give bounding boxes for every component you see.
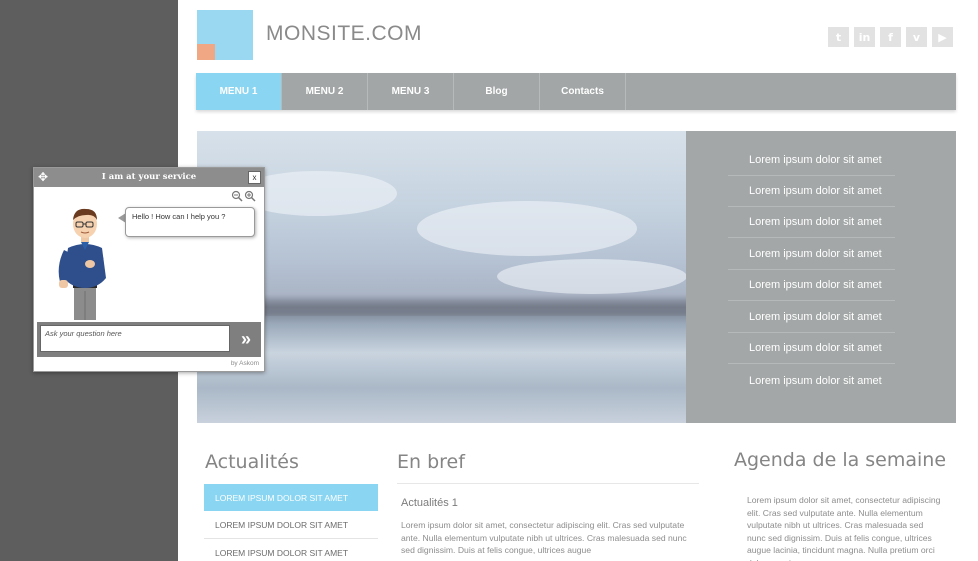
nav-item-contacts[interactable]: Contacts [540, 73, 626, 110]
side-link-list: Lorem ipsum dolor sit amet Lorem ipsum d… [686, 131, 956, 423]
chat-credit: by Askom [230, 360, 259, 367]
agenda-text: Lorem ipsum dolor sit amet, consectetur … [747, 495, 941, 561]
facebook-icon[interactable]: f [880, 27, 901, 47]
main-nav: MENU 1 MENU 2 MENU 3 Blog Contacts [196, 73, 956, 110]
chat-close-button[interactable]: x [248, 171, 261, 184]
side-link[interactable]: Lorem ipsum dolor sit amet [728, 365, 895, 396]
site-title[interactable]: MONSITE.COM [266, 22, 422, 46]
hero-lake-image [197, 131, 687, 423]
linkedin-icon[interactable]: in [854, 27, 875, 47]
assistant-avatar [58, 208, 106, 320]
social-icons: t in f v ▶ [828, 27, 953, 47]
actualites-item[interactable]: LOREM IPSUM DOLOR SIT AMET [204, 540, 378, 561]
side-link[interactable]: Lorem ipsum dolor sit amet [728, 239, 895, 270]
chat-question-input[interactable]: Ask your question here [40, 325, 230, 352]
twitter-icon[interactable]: t [828, 27, 849, 47]
zoom-out-icon[interactable] [231, 190, 243, 202]
page-container: MONSITE.COM t in f v ▶ MENU 1 MENU 2 MEN… [178, 0, 978, 561]
chat-send-button[interactable]: » [234, 325, 258, 354]
side-link[interactable]: Lorem ipsum dolor sit amet [728, 302, 895, 333]
nav-item-menu-3[interactable]: MENU 3 [368, 73, 454, 110]
chat-message-bubble: Hello ! How can I help you ? [125, 207, 255, 237]
en-bref-subtitle[interactable]: Actualités 1 [401, 497, 458, 509]
hero-cloud [497, 259, 687, 294]
chat-title: I am at your service [101, 172, 197, 182]
nav-item-menu-2[interactable]: MENU 2 [282, 73, 368, 110]
side-link[interactable]: Lorem ipsum dolor sit amet [728, 207, 895, 238]
hero-shoreline [197, 294, 686, 316]
site-logo[interactable] [197, 10, 253, 60]
actualites-item[interactable]: LOREM IPSUM DOLOR SIT AMET [204, 484, 378, 511]
youtube-icon[interactable]: ▶ [932, 27, 953, 47]
actualites-item[interactable]: LOREM IPSUM DOLOR SIT AMET [204, 512, 378, 539]
en-bref-heading: En bref [397, 451, 465, 473]
vimeo-icon[interactable]: v [906, 27, 927, 47]
logo-accent [197, 44, 215, 60]
en-bref-divider [397, 483, 699, 484]
chat-header[interactable]: ✥ I am at your service x [34, 168, 264, 187]
zoom-in-icon[interactable] [244, 190, 256, 202]
agenda-heading: Agenda de la semaine [734, 449, 947, 471]
en-bref-text: Lorem ipsum dolor sit amet, consectetur … [401, 520, 687, 555]
side-link[interactable]: Lorem ipsum dolor sit amet [728, 176, 895, 207]
side-link[interactable]: Lorem ipsum dolor sit amet [728, 270, 895, 301]
side-link[interactable]: Lorem ipsum dolor sit amet [728, 333, 895, 364]
hero-cloud [417, 201, 637, 256]
chat-widget: ✥ I am at your service x Hello ! How can… [33, 167, 265, 372]
chat-input-area: Ask your question here » [37, 322, 261, 357]
side-link[interactable]: Lorem ipsum dolor sit amet [728, 145, 895, 176]
actualites-heading: Actualités [205, 451, 299, 473]
nav-item-blog[interactable]: Blog [454, 73, 540, 110]
nav-item-menu-1[interactable]: MENU 1 [196, 73, 282, 110]
